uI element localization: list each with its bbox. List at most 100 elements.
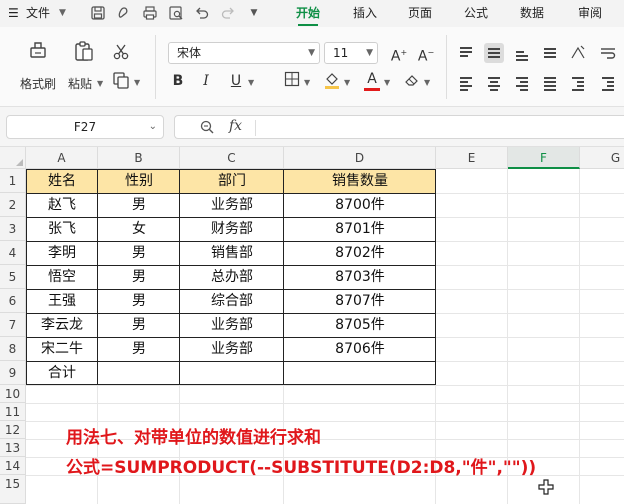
wrap-text-icon[interactable] <box>598 43 618 63</box>
borders-icon[interactable] <box>282 71 302 91</box>
fill-color-chevron-down-icon[interactable]: ▼ <box>344 78 350 87</box>
column-header-g[interactable]: G <box>580 147 624 169</box>
cell-d3[interactable]: 8701件 <box>284 217 436 241</box>
column-header-a[interactable]: A <box>26 147 98 169</box>
row-header-6[interactable]: 6 <box>0 289 26 313</box>
font-name-select[interactable]: 宋体 ▼ <box>168 42 320 64</box>
row-header-13[interactable]: 13 <box>0 439 26 457</box>
cell-c3[interactable]: 财务部 <box>180 217 284 241</box>
cell-b1[interactable]: 性别 <box>98 169 180 193</box>
cell-a4[interactable]: 李明 <box>26 241 98 265</box>
column-header-e[interactable]: E <box>436 147 508 169</box>
file-menu[interactable]: 文件 <box>26 0 50 27</box>
column-header-f[interactable]: F <box>508 147 580 169</box>
column-header-d[interactable]: D <box>284 147 436 169</box>
cell-d1[interactable]: 销售数量 <box>284 169 436 193</box>
align-justify-icon[interactable] <box>540 43 560 63</box>
spreadsheet-grid[interactable]: A B C D E F G 1 2 3 4 5 6 7 8 9 10 11 12… <box>0 147 624 504</box>
cell-c4[interactable]: 销售部 <box>180 241 284 265</box>
align-top-icon[interactable] <box>456 43 476 63</box>
font-size-select[interactable]: 11 ▼ <box>324 42 378 64</box>
row-header-1[interactable]: 1 <box>0 169 26 193</box>
row-header-4[interactable]: 4 <box>0 241 26 265</box>
row-header-15[interactable]: 15 <box>0 475 26 504</box>
formula-input[interactable]: fx <box>174 115 624 139</box>
align-middle-icon[interactable] <box>484 43 504 63</box>
tab-page[interactable]: 页面 <box>408 0 432 27</box>
increase-indent-icon[interactable] <box>598 73 618 93</box>
zoom-icon[interactable] <box>199 119 215 139</box>
cell-a7[interactable]: 李云龙 <box>26 313 98 337</box>
undo-icon[interactable] <box>194 5 210 21</box>
cut-icon[interactable] <box>112 43 130 61</box>
cell-b4[interactable]: 男 <box>98 241 180 265</box>
align-bottom-icon[interactable] <box>512 43 532 63</box>
format-painter-button[interactable]: 格式刷 <box>20 75 56 92</box>
align-center-icon[interactable] <box>484 73 504 93</box>
cell-b7[interactable]: 男 <box>98 313 180 337</box>
clear-format-chevron-down-icon[interactable]: ▼ <box>424 78 430 87</box>
font-color-icon[interactable]: A <box>362 69 382 89</box>
cell-d6[interactable]: 8707件 <box>284 289 436 313</box>
row-header-8[interactable]: 8 <box>0 337 26 361</box>
row-header-3[interactable]: 3 <box>0 217 26 241</box>
function-fx-icon[interactable]: fx <box>229 118 242 134</box>
clear-format-icon[interactable] <box>402 71 422 91</box>
cell-b5[interactable]: 男 <box>98 265 180 289</box>
row-header-12[interactable]: 12 <box>0 421 26 439</box>
menu-icon[interactable]: ☰ <box>8 0 19 27</box>
fill-color-icon[interactable] <box>322 71 342 91</box>
row-header-14[interactable]: 14 <box>0 457 26 475</box>
tab-formula[interactable]: 公式 <box>464 0 488 27</box>
cell-b6[interactable]: 男 <box>98 289 180 313</box>
cell-a1[interactable]: 姓名 <box>26 169 98 193</box>
file-chevron-down-icon[interactable]: ▼ <box>59 0 66 27</box>
bold-icon[interactable]: B <box>168 71 188 91</box>
tab-review[interactable]: 审阅 <box>578 0 602 27</box>
decrease-font-size-icon[interactable]: A− <box>416 43 436 65</box>
distributed-align-icon[interactable] <box>540 73 560 93</box>
column-header-c[interactable]: C <box>180 147 284 169</box>
underline-chevron-down-icon[interactable]: ▼ <box>248 78 254 87</box>
decrease-indent-icon[interactable] <box>568 73 588 93</box>
tab-insert[interactable]: 插入 <box>353 0 377 27</box>
print-preview-icon[interactable] <box>168 5 184 21</box>
cell-d4[interactable]: 8702件 <box>284 241 436 265</box>
text-direction-icon[interactable] <box>568 43 588 63</box>
cell-c6[interactable]: 综合部 <box>180 289 284 313</box>
redo-icon[interactable] <box>220 5 236 21</box>
format-painter-icon[interactable] <box>26 39 50 63</box>
paste-chevron-down-icon[interactable]: ▼ <box>97 79 103 88</box>
row-header-10[interactable]: 10 <box>0 385 26 403</box>
cell-d8[interactable]: 8706件 <box>284 337 436 361</box>
font-color-chevron-down-icon[interactable]: ▼ <box>384 78 390 87</box>
increase-font-size-icon[interactable]: A+ <box>389 43 409 65</box>
row-header-5[interactable]: 5 <box>0 265 26 289</box>
underline-icon[interactable]: U <box>226 71 246 91</box>
cell-a8[interactable]: 宋二牛 <box>26 337 98 361</box>
row-header-9[interactable]: 9 <box>0 361 26 385</box>
name-box[interactable]: F27 ⌄ <box>6 115 164 139</box>
column-header-b[interactable]: B <box>98 147 180 169</box>
tab-data[interactable]: 数据 <box>520 0 544 27</box>
copy-chevron-down-icon[interactable]: ▼ <box>134 78 140 87</box>
cell-c2[interactable]: 业务部 <box>180 193 284 217</box>
select-all-corner[interactable] <box>0 147 26 169</box>
cell-b8[interactable]: 男 <box>98 337 180 361</box>
copy-icon[interactable] <box>112 71 130 89</box>
paste-button[interactable]: 粘贴 <box>68 75 92 92</box>
cell-a3[interactable]: 张飞 <box>26 217 98 241</box>
borders-chevron-down-icon[interactable]: ▼ <box>304 78 310 87</box>
align-right-icon[interactable] <box>512 73 532 93</box>
cell-c5[interactable]: 总办部 <box>180 265 284 289</box>
paste-icon[interactable] <box>72 39 96 63</box>
row-header-7[interactable]: 7 <box>0 313 26 337</box>
cell-b3[interactable]: 女 <box>98 217 180 241</box>
export-pdf-icon[interactable] <box>116 5 132 21</box>
row-header-11[interactable]: 11 <box>0 403 26 421</box>
cell-d5[interactable]: 8703件 <box>284 265 436 289</box>
cell-c1[interactable]: 部门 <box>180 169 284 193</box>
print-icon[interactable] <box>142 5 158 21</box>
cell-a5[interactable]: 悟空 <box>26 265 98 289</box>
cell-b2[interactable]: 男 <box>98 193 180 217</box>
